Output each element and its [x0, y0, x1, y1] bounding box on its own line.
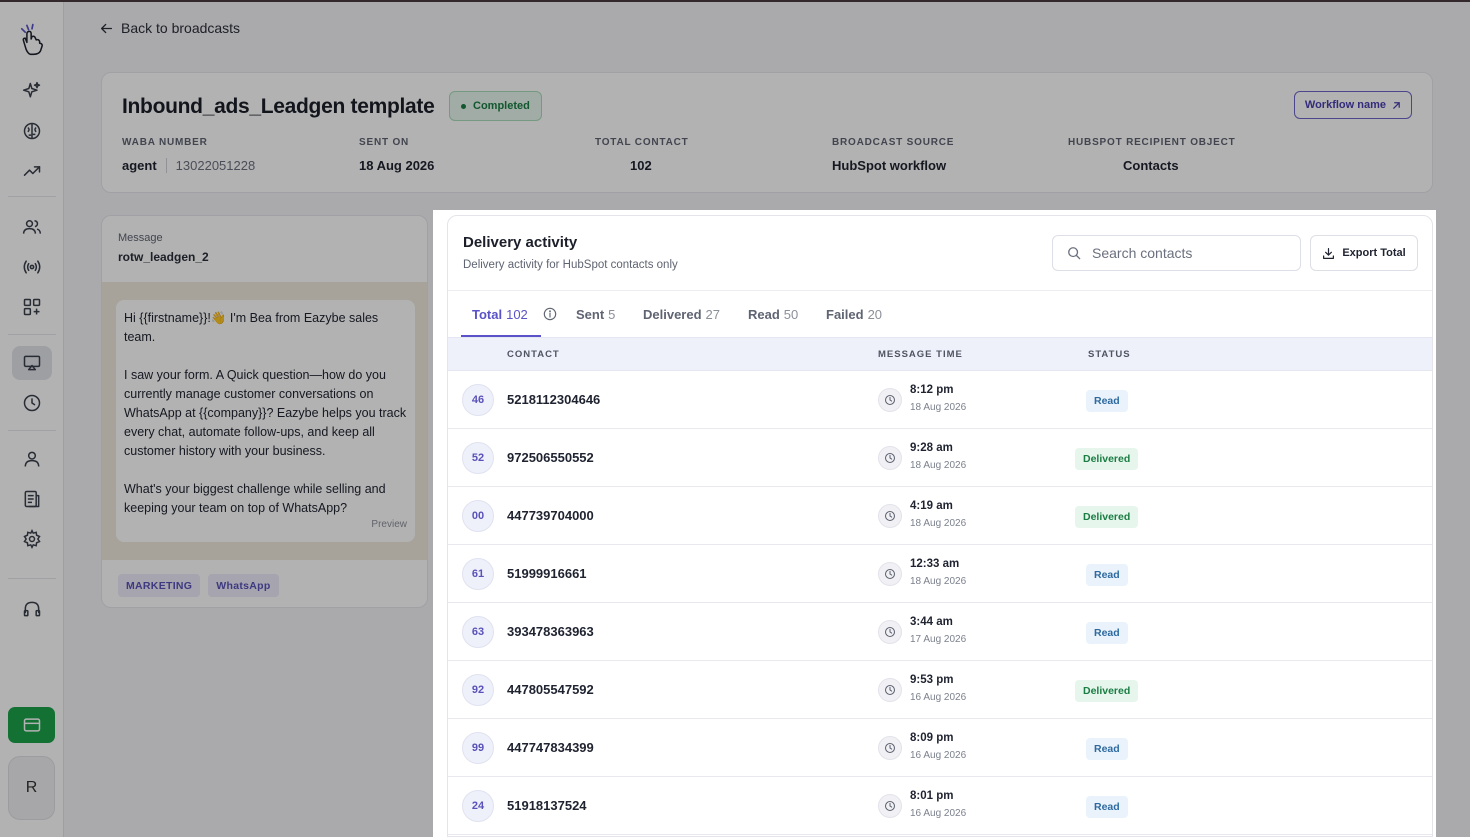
- info-icon[interactable]: [543, 307, 557, 321]
- message-time: 4:19 am: [910, 500, 953, 512]
- clock-icon: [878, 736, 902, 760]
- contact-avatar: 63: [462, 616, 494, 648]
- table-row[interactable]: 46 5218112304646 8:12 pm 18 Aug 2026 Read: [448, 371, 1432, 429]
- message-time: 9:53 pm: [910, 674, 954, 686]
- tab-read[interactable]: Read 50: [748, 291, 798, 337]
- status-badge: Read: [1086, 738, 1128, 760]
- search-contacts-input[interactable]: Search contacts: [1052, 235, 1301, 271]
- download-icon: [1323, 247, 1335, 259]
- message-time: 9:28 am: [910, 442, 953, 454]
- status-badge: Delivered: [1075, 448, 1139, 470]
- contact-number: 51999916661: [507, 566, 587, 581]
- contact-avatar: 00: [462, 500, 494, 532]
- status-badge: Read: [1086, 622, 1128, 644]
- tab-delivered[interactable]: Delivered 27: [643, 291, 720, 337]
- message-date: 16 Aug 2026: [910, 692, 967, 703]
- tab-label: Read: [748, 306, 780, 322]
- status-badge: Read: [1086, 390, 1128, 412]
- message-time: 8:01 pm: [910, 790, 954, 802]
- tab-count: 20: [867, 306, 883, 322]
- clock-icon: [878, 504, 902, 528]
- table-row[interactable]: 92 447805547592 9:53 pm 16 Aug 2026 Delivere…: [448, 661, 1432, 719]
- tab-count: 27: [705, 306, 721, 322]
- clock-icon: [878, 794, 902, 818]
- status-badge: Read: [1086, 796, 1128, 818]
- contact-avatar: 92: [462, 674, 494, 706]
- contact-number: 393478363963: [507, 624, 594, 639]
- tab-count: 5: [608, 306, 616, 322]
- delivery-activity-panel: Delivery activity Delivery activity for …: [447, 215, 1433, 837]
- message-time: 12:33 am: [910, 558, 960, 570]
- contact-avatar: 24: [462, 790, 494, 822]
- contact-number: 5218112304646: [507, 392, 601, 407]
- contact-number: 447739704000: [507, 508, 594, 523]
- contact-number: 972506550552: [507, 450, 594, 465]
- contact-avatar: 52: [462, 442, 494, 474]
- status-badge: Read: [1086, 564, 1128, 586]
- table-row[interactable]: 52 972506550552 9:28 am 18 Aug 2026 Delivere…: [448, 429, 1432, 487]
- table-row[interactable]: 61 51999916661 12:33 am 18 Aug 2026 Read: [448, 545, 1432, 603]
- search-icon: [1068, 247, 1081, 260]
- tab-count: 50: [783, 306, 799, 322]
- column-header-contact: CONTACT: [507, 349, 560, 360]
- table-row[interactable]: 00 447739704000 4:19 am 18 Aug 2026 Delivere…: [448, 487, 1432, 545]
- tab-label: Sent: [576, 306, 605, 322]
- contact-avatar: 61: [462, 558, 494, 590]
- message-date: 16 Aug 2026: [910, 750, 967, 761]
- column-header-status: STATUS: [1088, 349, 1131, 360]
- export-label: Export Total: [1342, 247, 1406, 259]
- table-row[interactable]: 24 51918137524 8:01 pm 16 Aug 2026 Read: [448, 777, 1432, 835]
- panel-title: Delivery activity: [463, 234, 578, 251]
- clock-icon: [878, 678, 902, 702]
- message-time: 8:09 pm: [910, 732, 954, 744]
- message-date: 18 Aug 2026: [910, 518, 967, 529]
- message-date: 16 Aug 2026: [910, 808, 967, 819]
- tab-total[interactable]: Total 102: [472, 291, 528, 337]
- tab-label: Failed: [826, 306, 864, 322]
- contact-number: 51918137524: [507, 798, 587, 813]
- export-total-button[interactable]: Export Total: [1310, 235, 1418, 271]
- clock-icon: [878, 620, 902, 644]
- tab-label: Delivered: [643, 306, 702, 322]
- contact-number: 447747834399: [507, 740, 594, 755]
- column-header-message-time: MESSAGE TIME: [878, 349, 963, 360]
- status-badge: Delivered: [1075, 506, 1139, 528]
- clock-icon: [878, 562, 902, 586]
- contact-avatar: 46: [462, 384, 494, 416]
- status-badge: Delivered: [1075, 680, 1139, 702]
- message-time: 8:12 pm: [910, 384, 954, 396]
- message-time: 3:44 am: [910, 616, 953, 628]
- tab-sent[interactable]: Sent 5: [576, 291, 615, 337]
- clock-icon: [878, 446, 902, 470]
- delivery-table-body: 46 5218112304646 8:12 pm 18 Aug 2026 Read 52 9…: [448, 371, 1432, 835]
- status-tabs: Total 102 Sent 5 Delivered 27 Read 50 Failed…: [448, 291, 1432, 337]
- panel-subtitle: Delivery activity for HubSpot contacts o…: [463, 259, 678, 271]
- tab-label: Total: [472, 306, 503, 322]
- table-header: CONTACT MESSAGE TIME STATUS: [448, 337, 1432, 371]
- search-placeholder: Search contacts: [1092, 245, 1193, 261]
- contact-avatar: 99: [462, 732, 494, 764]
- message-date: 17 Aug 2026: [910, 634, 967, 645]
- message-date: 18 Aug 2026: [910, 576, 967, 587]
- tab-count: 102: [506, 306, 528, 322]
- contact-number: 447805547592: [507, 682, 594, 697]
- tab-failed[interactable]: Failed 20: [826, 291, 882, 337]
- table-row[interactable]: 63 393478363963 3:44 am 17 Aug 2026 Read: [448, 603, 1432, 661]
- message-date: 18 Aug 2026: [910, 402, 967, 413]
- table-row[interactable]: 99 447747834399 8:09 pm 16 Aug 2026 Read: [448, 719, 1432, 777]
- message-date: 18 Aug 2026: [910, 460, 967, 471]
- clock-icon: [878, 388, 902, 412]
